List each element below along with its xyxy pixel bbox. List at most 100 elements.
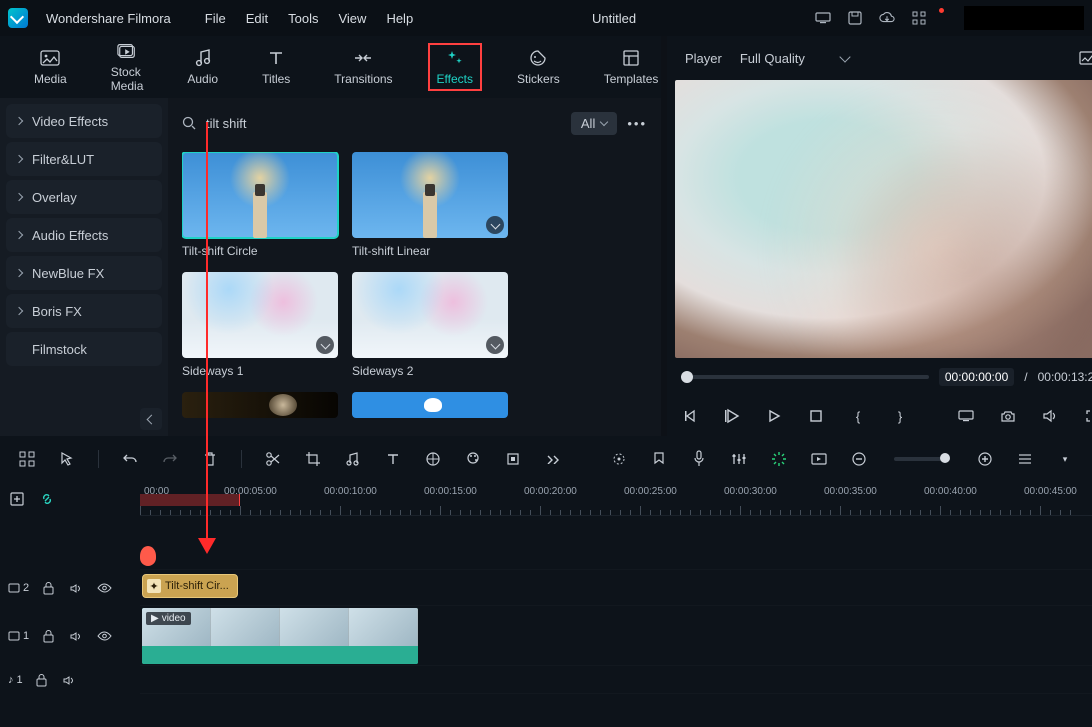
display-button[interactable]	[957, 407, 975, 425]
document-title: Untitled	[431, 11, 797, 26]
fx-track-header[interactable]: 2	[0, 570, 140, 606]
save-icon[interactable]	[847, 10, 863, 26]
camera-button[interactable]	[999, 407, 1017, 425]
tab-audio[interactable]: Audio	[179, 44, 226, 90]
volume-button[interactable]	[1041, 407, 1059, 425]
track-options-button[interactable]	[1016, 450, 1034, 468]
lock-icon[interactable]	[39, 579, 57, 597]
auto-button[interactable]	[770, 450, 788, 468]
sidebar-item-newblue[interactable]: NewBlue FX	[6, 256, 162, 290]
sidebar-item-filmstock[interactable]: Filmstock	[6, 332, 162, 366]
ruler-mark: 00:00:35:00	[824, 486, 877, 497]
play-button[interactable]	[765, 407, 783, 425]
menu-edit[interactable]: Edit	[246, 11, 268, 26]
mute-icon[interactable]	[67, 579, 85, 597]
text-button[interactable]	[384, 450, 402, 468]
sidebar-item-video-effects[interactable]: Video Effects	[6, 104, 162, 138]
sidebar-item-overlay[interactable]: Overlay	[6, 180, 162, 214]
keyframe-button[interactable]	[610, 450, 628, 468]
mic-button[interactable]	[690, 450, 708, 468]
speed-button[interactable]	[344, 450, 362, 468]
search-box[interactable]	[182, 115, 561, 132]
clip-fx-icon: ✦	[147, 579, 161, 593]
effect-tiltshift-circle[interactable]: Tilt-shift Circle	[182, 152, 338, 258]
mute-icon[interactable]	[61, 671, 79, 689]
lock-icon[interactable]	[33, 671, 51, 689]
timeline-ruler[interactable]: 00:00 00:00:05:00 00:00:10:00 00:00:15:0…	[140, 482, 1092, 516]
seek-bar[interactable]	[681, 375, 929, 379]
mark-in-button[interactable]: {	[849, 407, 867, 425]
track-options-chevron[interactable]: ▾	[1056, 450, 1074, 468]
quality-select[interactable]: Full Quality	[740, 51, 849, 66]
tab-templates[interactable]: Templates	[596, 44, 667, 90]
add-track-button[interactable]	[8, 490, 26, 508]
lock-icon[interactable]	[39, 627, 57, 645]
tab-transitions[interactable]: Transitions	[326, 44, 400, 90]
snapshot-button[interactable]	[1079, 49, 1092, 67]
tab-stock-media[interactable]: Stock Media	[103, 37, 152, 97]
sidebar-item-boris[interactable]: Boris FX	[6, 294, 162, 328]
audio-lane[interactable]	[140, 666, 1092, 694]
effect-row3-1[interactable]	[182, 392, 338, 418]
more-tools-button[interactable]	[544, 450, 562, 468]
tab-effects[interactable]: Effects	[429, 44, 481, 90]
paint-button[interactable]	[464, 450, 482, 468]
color-button[interactable]	[424, 450, 442, 468]
visibility-icon[interactable]	[95, 627, 113, 645]
audio-track-header[interactable]: ♪1	[0, 666, 140, 694]
device-icon[interactable]	[815, 10, 831, 26]
stop-button[interactable]	[807, 407, 825, 425]
fullscreen-button[interactable]	[1083, 407, 1092, 425]
fx-lane[interactable]: ✦Tilt-shift Cir...	[140, 570, 1092, 606]
menu-tools[interactable]: Tools	[288, 11, 318, 26]
video-track-header[interactable]: 1	[0, 606, 140, 666]
effect-sideways-2[interactable]: Sideways 2	[352, 272, 508, 378]
clip-video[interactable]: ▶ video	[142, 608, 418, 664]
zoom-in-button[interactable]	[976, 450, 994, 468]
undo-button[interactable]	[121, 450, 139, 468]
zoom-slider[interactable]	[894, 457, 950, 461]
menu-file[interactable]: File	[205, 11, 226, 26]
video-track-label: 1	[8, 630, 29, 642]
marker-button[interactable]	[650, 450, 668, 468]
collapse-sidebar-button[interactable]	[140, 408, 162, 430]
more-options-button[interactable]: •••	[627, 116, 647, 131]
video-lane[interactable]: ▶ video	[140, 606, 1092, 666]
menu-view[interactable]: View	[338, 11, 366, 26]
search-input[interactable]	[204, 115, 561, 132]
effect-sideways-1[interactable]: Sideways 1	[182, 272, 338, 378]
mask-button[interactable]	[504, 450, 522, 468]
link-button[interactable]	[38, 490, 56, 508]
effect-row3-2[interactable]	[352, 392, 508, 418]
tab-titles[interactable]: Titles	[254, 44, 298, 90]
tab-stickers[interactable]: Stickers	[509, 44, 568, 90]
download-icon	[486, 336, 504, 354]
prev-frame-button[interactable]	[681, 407, 699, 425]
layout-button[interactable]	[18, 450, 36, 468]
split-button[interactable]	[264, 450, 282, 468]
visibility-icon[interactable]	[95, 579, 113, 597]
mute-icon[interactable]	[67, 627, 85, 645]
tab-media[interactable]: Media	[26, 44, 75, 90]
delete-button[interactable]	[201, 450, 219, 468]
menu-help[interactable]: Help	[386, 11, 413, 26]
crop-button[interactable]	[304, 450, 322, 468]
timeline-marker[interactable]	[140, 546, 156, 566]
mark-out-button[interactable]: }	[891, 407, 909, 425]
filter-all-button[interactable]: All	[571, 112, 617, 135]
timeline-tracks[interactable]: 00:00 00:00:05:00 00:00:10:00 00:00:15:0…	[140, 482, 1092, 727]
mixer-button[interactable]	[730, 450, 748, 468]
zoom-out-button[interactable]	[850, 450, 868, 468]
thumb-label: Sideways 2	[352, 364, 508, 378]
cursor-button[interactable]	[58, 450, 76, 468]
clip-tiltshift[interactable]: ✦Tilt-shift Cir...	[142, 574, 238, 598]
sidebar-item-filter-lut[interactable]: Filter&LUT	[6, 142, 162, 176]
redo-button[interactable]	[161, 450, 179, 468]
cloud-icon[interactable]	[879, 10, 895, 26]
effect-tiltshift-linear[interactable]: Tilt-shift Linear	[352, 152, 508, 258]
apps-icon[interactable]	[911, 10, 927, 26]
preview-viewport[interactable]	[675, 80, 1092, 358]
render-button[interactable]	[810, 450, 828, 468]
sidebar-item-audio-effects[interactable]: Audio Effects	[6, 218, 162, 252]
play-pause-button[interactable]	[723, 407, 741, 425]
